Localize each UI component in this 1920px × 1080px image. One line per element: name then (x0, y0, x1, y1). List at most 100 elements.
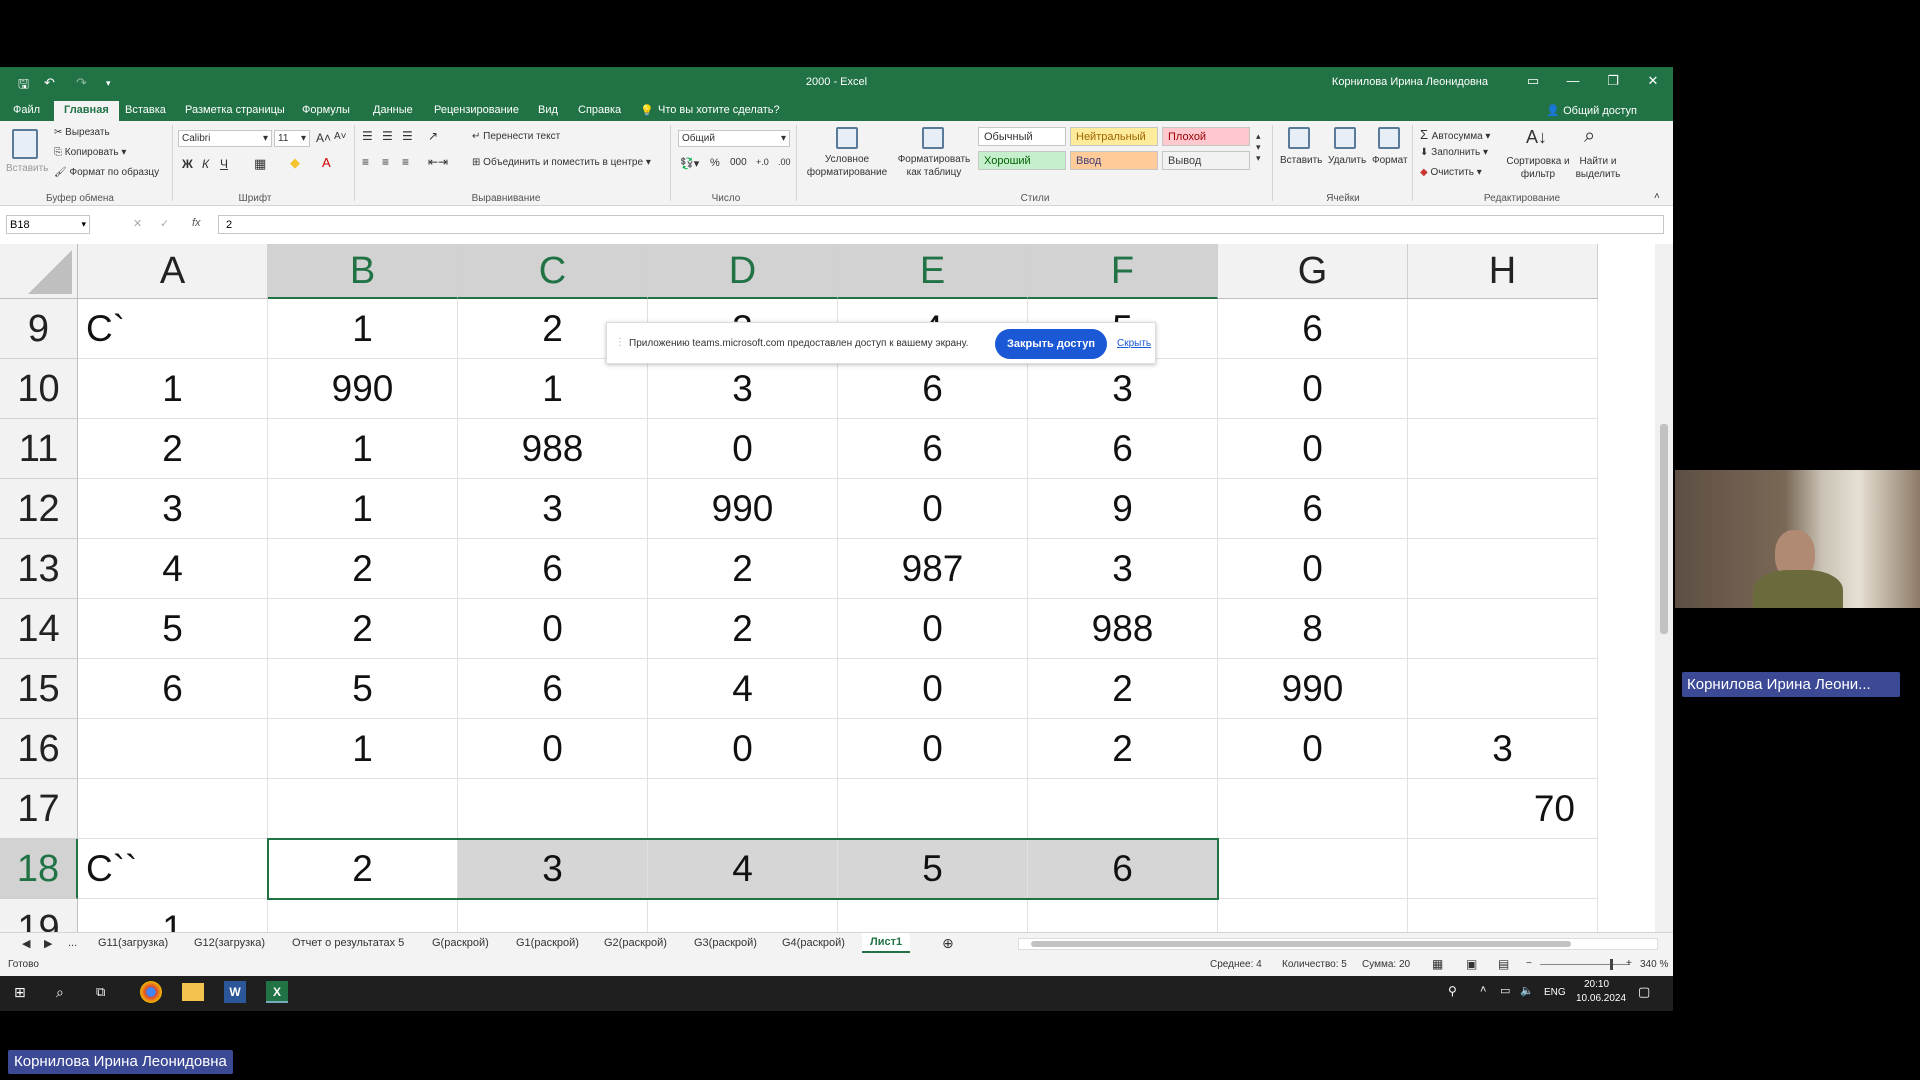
cell-h10[interactable] (1408, 359, 1598, 419)
file-explorer-icon[interactable] (182, 983, 204, 1001)
currency-icon[interactable]: 💱▾ (680, 157, 699, 170)
tab-file[interactable]: Файл (13, 104, 40, 116)
search-icon[interactable]: ⌕ (56, 984, 64, 1001)
drag-handle-icon[interactable]: ⋮ (615, 337, 625, 348)
column-header-f[interactable]: F (1028, 244, 1218, 299)
cell-f10[interactable]: 3 (1028, 359, 1218, 419)
cell-f16[interactable]: 2 (1028, 719, 1218, 779)
cell-a12[interactable]: 3 (78, 479, 268, 539)
cell-c13[interactable]: 6 (458, 539, 648, 599)
cell-a18[interactable]: C`` (78, 839, 268, 899)
sort-filter-icon[interactable]: A↓ (1526, 127, 1547, 148)
cell-a9[interactable]: C` (78, 299, 268, 359)
enter-icon[interactable]: ✓ (160, 217, 169, 230)
cell-a14[interactable]: 5 (78, 599, 268, 659)
cell-b10[interactable]: 990 (268, 359, 458, 419)
cell-a16[interactable] (78, 719, 268, 779)
row-header-13[interactable]: 13 (0, 539, 78, 599)
cell-d14[interactable]: 2 (648, 599, 838, 659)
cell-e10[interactable]: 6 (838, 359, 1028, 419)
row-header-14[interactable]: 14 (0, 599, 78, 659)
add-sheet-icon[interactable]: ⊕ (942, 935, 954, 952)
font-size-select[interactable]: 11 ▾ (274, 130, 310, 147)
decrease-decimal-icon[interactable]: .00 (778, 157, 791, 167)
find-icon[interactable]: ⌕ (1584, 125, 1595, 148)
cell-a13[interactable]: 4 (78, 539, 268, 599)
orientation-icon[interactable]: ↗ (428, 129, 438, 143)
row-header-10[interactable]: 10 (0, 359, 78, 419)
cell-c15[interactable]: 6 (458, 659, 648, 719)
cell-e14[interactable]: 0 (838, 599, 1028, 659)
column-header-e[interactable]: E (838, 244, 1028, 299)
name-box[interactable]: B18 ▾ (6, 215, 90, 234)
align-middle-icon[interactable]: ☰ (382, 129, 393, 143)
ribbon-display-icon[interactable]: ▭ (1518, 73, 1548, 89)
cell-h15[interactable] (1408, 659, 1598, 719)
cell-f14[interactable]: 988 (1028, 599, 1218, 659)
cell-d17[interactable] (648, 779, 838, 839)
wrap-text-button[interactable]: ↵ Перенести текст (472, 131, 560, 142)
cell-b15[interactable]: 5 (268, 659, 458, 719)
cell-e16[interactable]: 0 (838, 719, 1028, 779)
delete-cells-icon[interactable] (1334, 127, 1356, 149)
conditional-formatting-icon[interactable] (836, 127, 858, 149)
row-header-15[interactable]: 15 (0, 659, 78, 719)
cell-f19[interactable] (1028, 899, 1218, 932)
cell-c19[interactable] (458, 899, 648, 932)
cell-b11[interactable]: 1 (268, 419, 458, 479)
tab-insert[interactable]: Вставка (125, 104, 166, 116)
sheet-tab[interactable]: G(раскрой) (432, 937, 489, 949)
prev-sheet-icon[interactable]: ◀ (22, 937, 30, 950)
cell-f12[interactable]: 9 (1028, 479, 1218, 539)
sort-filter-button[interactable]: Сортировка и фильтр (1506, 155, 1570, 181)
cell-d10[interactable]: 3 (648, 359, 838, 419)
cell-d19[interactable] (648, 899, 838, 932)
volume-icon[interactable]: 🔈 (1520, 984, 1534, 997)
cell-a19[interactable]: 1 (78, 899, 268, 932)
number-format-select[interactable]: Общий ▾ (678, 130, 790, 147)
cell-h13[interactable] (1408, 539, 1598, 599)
shrink-font-icon[interactable]: A˅ (334, 131, 347, 142)
thousands-icon[interactable]: 000 (730, 157, 747, 168)
cell-f11[interactable]: 6 (1028, 419, 1218, 479)
cell-g19[interactable] (1218, 899, 1408, 932)
style-normal[interactable]: Обычный (978, 127, 1066, 146)
row-header-17[interactable]: 17 (0, 779, 78, 839)
row-header-18[interactable]: 18 (0, 839, 78, 899)
insert-cells-button[interactable]: Вставить (1280, 155, 1322, 166)
zoom-slider[interactable] (1540, 964, 1630, 965)
tab-formulas[interactable]: Формулы (302, 104, 350, 116)
align-top-icon[interactable]: ☰ (362, 129, 373, 143)
format-as-table-icon[interactable] (922, 127, 944, 149)
indent-icon[interactable]: ⇤⇥ (428, 155, 448, 169)
fill-color-icon[interactable]: ◆ (290, 155, 300, 171)
vertical-scrollbar[interactable] (1655, 244, 1673, 932)
cell-c10[interactable]: 1 (458, 359, 648, 419)
align-left-icon[interactable]: ≡ (362, 155, 369, 169)
cell-a10[interactable]: 1 (78, 359, 268, 419)
cell-b19[interactable] (268, 899, 458, 932)
cell-d12[interactable]: 990 (648, 479, 838, 539)
minimize-button[interactable]: — (1558, 73, 1588, 88)
format-cells-button[interactable]: Формат (1372, 155, 1408, 166)
cell-g13[interactable]: 0 (1218, 539, 1408, 599)
cell-f15[interactable]: 2 (1028, 659, 1218, 719)
sheet-tab[interactable]: G1(раскрой) (516, 937, 579, 949)
collapse-ribbon-icon[interactable]: ˄ (1654, 191, 1660, 202)
tray-chevron-icon[interactable]: ˄ (1480, 984, 1486, 996)
cell-h16[interactable]: 3 (1408, 719, 1598, 779)
cell-e18[interactable]: 5 (838, 839, 1028, 899)
sheet-tab[interactable]: Отчет о результатах 5 (292, 937, 404, 949)
find-select-button[interactable]: Найти и выделить (1568, 155, 1628, 181)
increase-decimal-icon[interactable]: +.0 (756, 157, 769, 167)
cell-h19[interactable] (1408, 899, 1598, 932)
underline-button[interactable]: Ч (220, 157, 228, 171)
cell-b13[interactable]: 2 (268, 539, 458, 599)
column-header-d[interactable]: D (648, 244, 838, 299)
autosum-button[interactable]: Σ Автосумма ▾ (1420, 127, 1490, 142)
bold-button[interactable]: Ж (182, 157, 193, 171)
tab-review[interactable]: Рецензирование (434, 104, 519, 116)
sheet-tab[interactable]: G11(загрузка) (98, 937, 168, 949)
cell-b18[interactable]: 2 (268, 839, 458, 899)
cut-button[interactable]: ✂ Вырезать (54, 127, 110, 138)
